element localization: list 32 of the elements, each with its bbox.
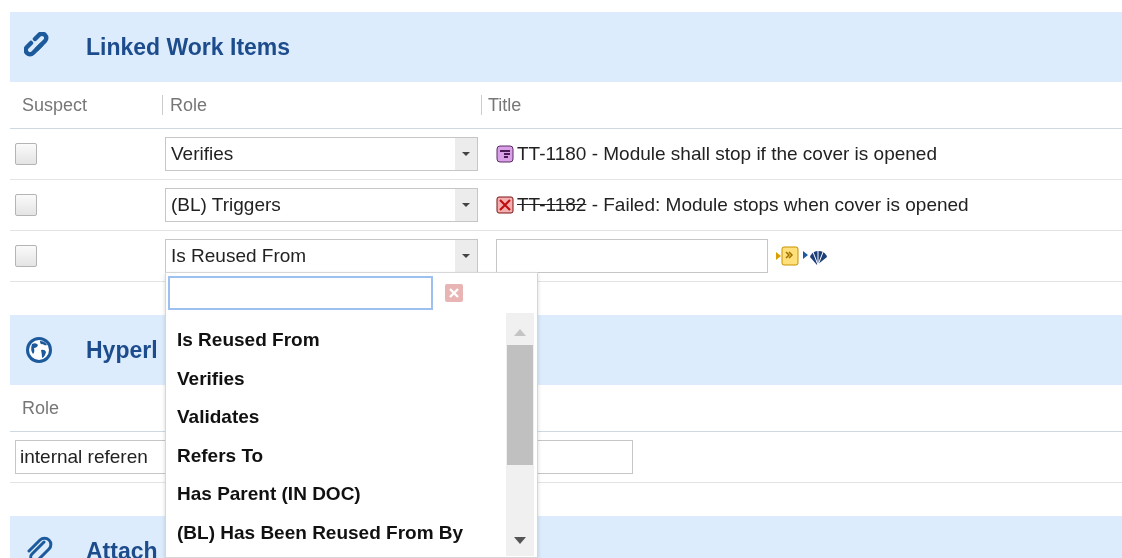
column-header: Suspect	[21, 95, 89, 115]
dropdown-option[interactable]: (BL) Has Been Reused From By	[177, 513, 506, 553]
work-item-field[interactable]	[496, 239, 768, 273]
dropdown-option[interactable]: Is Reused From	[177, 321, 506, 360]
search-field[interactable]	[168, 276, 433, 310]
dropdown-option[interactable]: Has Parent (IN DOC)	[177, 475, 506, 514]
work-item-link[interactable]: TT-1180 - Module shall stop if the cover is opened	[517, 143, 937, 165]
column-header: Role	[162, 95, 481, 115]
dropdown-option[interactable]: Validates	[177, 398, 506, 437]
suspect-checkbox[interactable]	[15, 143, 37, 165]
section-title: Attach	[86, 537, 158, 558]
scrollbar-thumb[interactable]	[507, 345, 533, 465]
globe-icon	[24, 335, 54, 365]
column-header: Role	[21, 398, 61, 418]
requirement-item-icon	[496, 145, 514, 163]
failed-item-icon	[496, 196, 514, 214]
column-header: Title	[481, 95, 522, 115]
suspect-checkbox[interactable]	[15, 245, 37, 267]
suspect-checkbox[interactable]	[15, 194, 37, 216]
section-title: Linked Work Items	[86, 33, 291, 61]
dropdown-option[interactable]: Refers To	[177, 436, 506, 476]
work-item-link[interactable]: TT-1182 - Failed: Module stops when cover is opened	[517, 194, 969, 216]
scrollbar[interactable]	[506, 313, 534, 556]
role-select[interactable]: Verifies	[165, 137, 478, 171]
clear-icon	[445, 284, 463, 302]
pick-item-icon	[775, 245, 799, 267]
role-select[interactable]: Is Reused From	[165, 239, 478, 273]
scroll-down-icon	[513, 536, 527, 546]
section-title: Hyperl	[86, 336, 158, 364]
dropdown-option[interactable]: Verifies	[177, 359, 506, 399]
scroll-up-icon	[513, 327, 527, 337]
role-select[interactable]: (BL) Triggers	[165, 188, 478, 222]
